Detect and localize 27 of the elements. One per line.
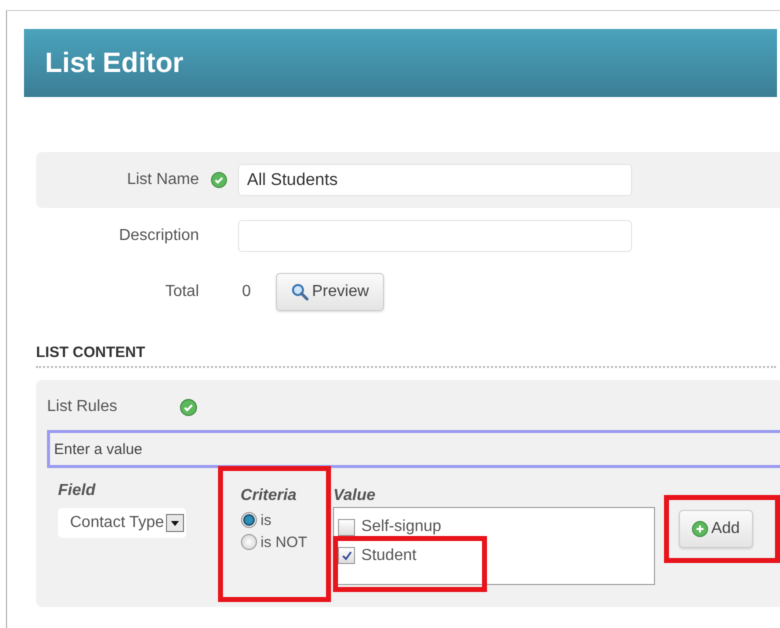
section-heading: LIST CONTENT (36, 344, 146, 361)
search-icon (291, 283, 309, 301)
checkmark-icon (340, 548, 354, 562)
radio-option[interactable]: is (240, 509, 326, 531)
radio-button[interactable] (240, 512, 257, 528)
field-dropdown[interactable]: Contact Type (58, 508, 186, 538)
list-name-field[interactable]: All Students (238, 164, 632, 196)
field-label: Description (118, 227, 199, 245)
column-heading: Value (333, 487, 376, 505)
description-field[interactable] (238, 220, 632, 252)
plus-icon (692, 521, 708, 537)
field-label: List Name (126, 171, 199, 189)
add-button[interactable]: Add (679, 510, 753, 548)
field-label: Total (164, 283, 199, 301)
value-input-field[interactable]: Enter a value (47, 430, 780, 468)
dropdown-icon (166, 514, 184, 532)
checkbox-option[interactable]: Student (333, 536, 488, 592)
rules-label: List Rules (47, 398, 118, 416)
checkbox[interactable] (338, 518, 356, 536)
page-title: List Editor (45, 47, 184, 79)
total-count: 0 (241, 283, 252, 301)
checkbox[interactable] (338, 547, 356, 564)
column-heading: Field (58, 482, 97, 500)
preview-button[interactable]: Preview (276, 273, 384, 311)
column-heading: Criteria (240, 487, 298, 505)
radio-option[interactable]: is NOT (240, 531, 326, 553)
radio-button[interactable] (240, 534, 257, 550)
